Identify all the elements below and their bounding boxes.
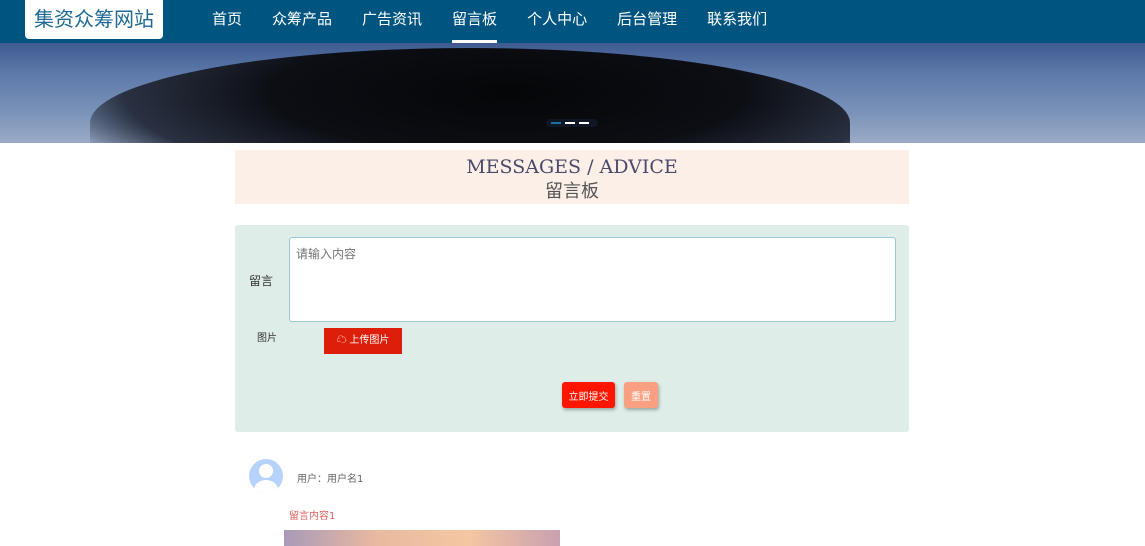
page-title: MESSAGES / ADVICE 留言板 <box>235 150 909 204</box>
main-menu: 首页 众筹产品 广告资讯 留言板 个人中心 后台管理 联系我们 <box>197 0 782 43</box>
user-avatar-icon <box>249 459 283 493</box>
carousel-dot[interactable] <box>551 122 561 124</box>
nav-products[interactable]: 众筹产品 <box>257 0 347 38</box>
banner-carousel <box>0 43 1145 143</box>
cloud-upload-icon: ☁ <box>336 335 347 346</box>
upload-image-button[interactable]: ☁ 上传图片 <box>324 328 402 354</box>
nav-personal[interactable]: 个人中心 <box>512 0 602 38</box>
top-nav: 集资众筹网站 首页 众筹产品 广告资讯 留言板 个人中心 后台管理 联系我们 <box>0 0 1145 43</box>
banner-image <box>90 48 850 143</box>
nav-contact[interactable]: 联系我们 <box>692 0 782 38</box>
message-form: 留言 图片 ☁ 上传图片 立即提交 重置 <box>235 225 909 432</box>
message-input[interactable] <box>289 237 896 322</box>
title-cn: 留言板 <box>545 181 599 202</box>
image-label: 图片 <box>257 333 277 344</box>
message-user: 用户：用户名1 <box>297 474 364 485</box>
title-en: MESSAGES / ADVICE <box>466 156 678 178</box>
site-logo[interactable]: 集资众筹网站 <box>25 0 163 39</box>
carousel-indicators <box>546 119 598 127</box>
nav-messages[interactable]: 留言板 <box>437 0 512 43</box>
carousel-dot[interactable] <box>579 122 589 124</box>
submit-button[interactable]: 立即提交 <box>562 382 615 408</box>
reset-button[interactable]: 重置 <box>624 382 658 408</box>
message-content: 留言内容1 <box>289 511 336 522</box>
message-image <box>284 530 560 546</box>
nav-admin[interactable]: 后台管理 <box>602 0 692 38</box>
carousel-dot[interactable] <box>565 122 575 124</box>
nav-news[interactable]: 广告资讯 <box>347 0 437 38</box>
upload-label: 上传图片 <box>349 335 390 346</box>
nav-home[interactable]: 首页 <box>197 0 257 38</box>
message-label: 留言 <box>249 274 274 288</box>
